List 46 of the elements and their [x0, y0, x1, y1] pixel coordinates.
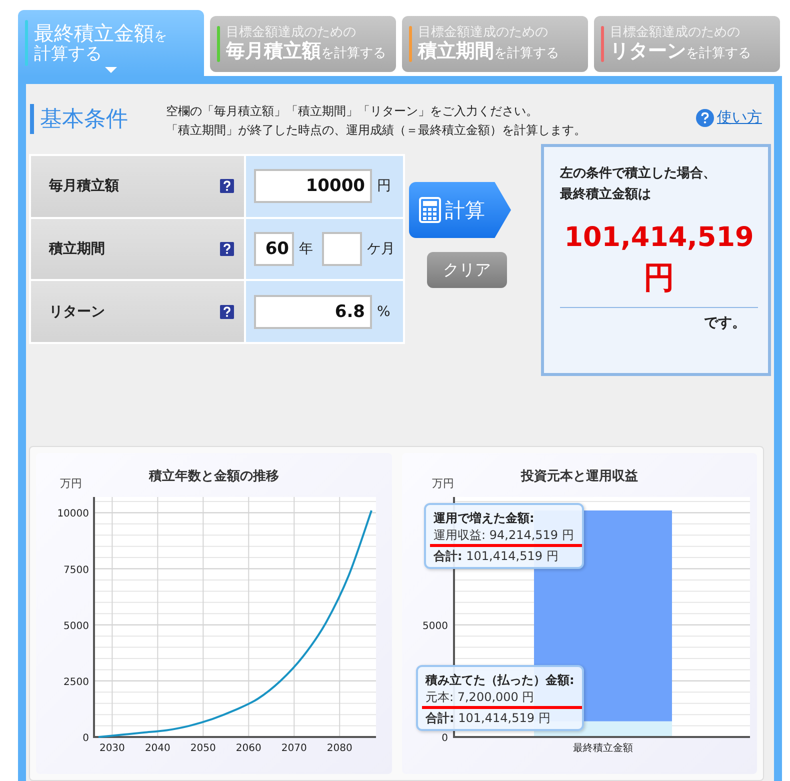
tick-label: 5000 — [422, 620, 448, 632]
tick-label: 7500 — [64, 564, 89, 576]
field-label: リターン — [49, 302, 105, 321]
tick-label: 2070 — [281, 743, 307, 754]
tick-label: 0 — [82, 733, 89, 744]
section-heading: 基本条件 — [30, 104, 150, 134]
unit-label: 年 — [299, 240, 314, 258]
tick-label: 0 — [441, 733, 448, 744]
tick-label: 10000 — [57, 508, 89, 520]
result-unit: 円 — [642, 259, 676, 298]
result-amount: 101,414,519 — [564, 221, 754, 255]
tick-label: 2050 — [190, 743, 216, 754]
chart-title: 投資元本と運用収益 — [520, 469, 638, 484]
instruction-text: 「積立期間」が終了した時点の、運用成績（＝最終積立金額）を計算します。 — [166, 122, 586, 139]
tooltip-text: 運用収益: 94,214,519 円 — [430, 527, 582, 547]
calculator-tab[interactable]: 最終積立金額を 計算する — [18, 10, 204, 76]
tooltip-title: 運用で増えた金額: — [434, 510, 536, 527]
clear-button[interactable]: クリア — [427, 252, 507, 288]
tick-label: 2500 — [64, 676, 89, 688]
unit-label: ケ月 — [367, 240, 395, 258]
category-label: 最終積立金額 — [572, 743, 632, 754]
tooltip-text: 元本: 7,200,000 円 — [422, 689, 582, 709]
calculate-button[interactable]: 計算 — [409, 182, 511, 238]
tick-label: 5000 — [64, 620, 89, 632]
tooltip-text: 合計: 101,414,519 円 — [434, 548, 560, 565]
result-text: 最終積立金額は — [560, 186, 652, 204]
tooltip-text: 合計: 101,414,519 円 — [426, 710, 552, 727]
tick-label: 2080 — [326, 743, 352, 754]
input-field[interactable]: 60 — [254, 232, 294, 266]
field-label: 積立期間 — [49, 240, 105, 258]
result-text: 左の条件で積立した場合、 — [560, 164, 717, 183]
help-link[interactable]: 使い方 — [696, 108, 762, 127]
tooltip-title: 積み立てた（払った）金額: — [426, 672, 574, 689]
input-field[interactable]: 6.8 — [254, 294, 372, 329]
chart-title: 積立年数と金額の推移 — [148, 469, 279, 484]
axis-unit: 万円 — [432, 477, 454, 490]
unit-label: % — [377, 304, 392, 320]
input-field[interactable]: 10000 — [254, 169, 372, 204]
field-label: 毎月積立額 — [49, 177, 119, 196]
instruction-text: 空欄の「毎月積立額」「積立期間」「リターン」をご入力ください。 — [166, 103, 539, 120]
tick-label: 2060 — [236, 743, 262, 754]
tick-label: 2030 — [99, 743, 125, 754]
unit-label: 円 — [377, 177, 392, 196]
result-text: です。 — [703, 314, 747, 332]
tick-label: 2040 — [144, 743, 170, 754]
axis-unit: 万円 — [60, 477, 82, 490]
